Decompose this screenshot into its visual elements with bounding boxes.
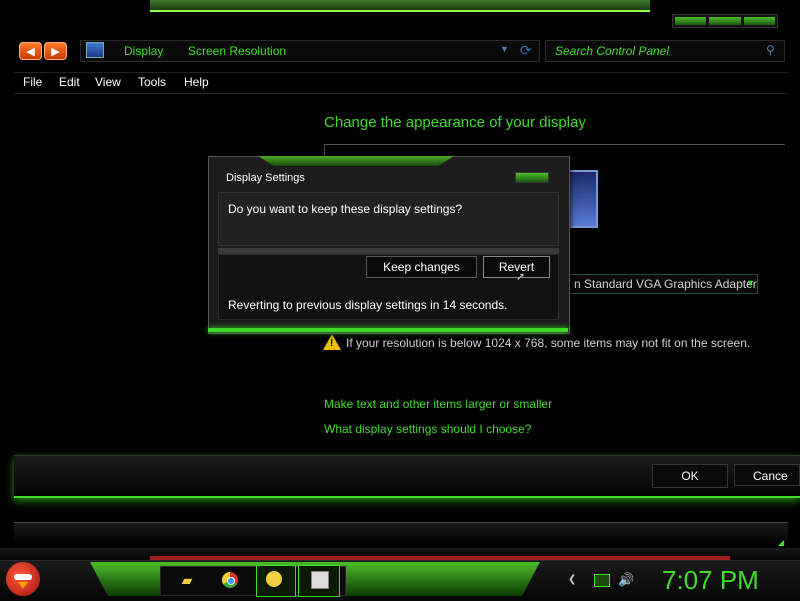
link-display-settings-help[interactable]: What display settings should I choose? [324, 422, 531, 436]
link-text-size[interactable]: Make text and other items larger or smal… [324, 397, 552, 411]
menu-file[interactable]: File [23, 75, 42, 89]
clock[interactable]: 7:07 PM [662, 565, 759, 596]
mouse-cursor-icon: ➚ [516, 271, 526, 283]
dialog-question: Do you want to keep these display settin… [228, 202, 463, 216]
window-controls[interactable] [672, 14, 778, 28]
search-placeholder: Search Control Panel [555, 44, 670, 58]
dialog-close-button[interactable] [515, 172, 549, 183]
maximize-button[interactable] [709, 17, 741, 25]
display-adapter-value: n Standard VGA Graphics Adapter [574, 277, 757, 291]
ok-button[interactable]: OK [652, 464, 728, 488]
forward-button[interactable]: ▶ [44, 42, 67, 60]
monitor-icon[interactable] [568, 170, 598, 228]
close-button[interactable] [743, 17, 775, 25]
chevron-down-icon[interactable]: ▼ [746, 278, 755, 288]
breadcrumb-screen-resolution[interactable]: Screen Resolution [188, 44, 286, 58]
page-title: Change the appearance of your display [324, 114, 586, 131]
breadcrumb-display[interactable]: Display [124, 44, 163, 58]
messenger-icon [266, 571, 282, 587]
dialog-question-panel [218, 192, 559, 246]
network-icon[interactable] [594, 574, 610, 587]
keep-changes-button[interactable]: Keep changes [366, 256, 477, 278]
minimize-button[interactable] [675, 17, 707, 25]
revert-countdown: Reverting to previous display settings i… [228, 298, 508, 312]
chrome-icon-center [227, 577, 235, 585]
chevron-down-icon[interactable]: ▼ [500, 44, 509, 54]
menu-tools[interactable]: Tools [138, 75, 166, 89]
angry-bird-beak [18, 582, 28, 589]
menu-bar [14, 72, 788, 94]
refresh-icon[interactable]: ⟳ [520, 42, 532, 59]
folder-icon[interactable]: ▰ [178, 572, 196, 588]
angry-bird-eyes [14, 574, 32, 580]
dialog-bottom-accent [208, 328, 568, 332]
back-button[interactable]: ◀ [19, 42, 42, 60]
display-monitor-icon [86, 42, 104, 58]
control-panel-icon [311, 571, 329, 589]
window-top-accent [150, 0, 650, 12]
menu-view[interactable]: View [95, 75, 121, 89]
resize-grip-icon[interactable]: ◢ [778, 538, 784, 547]
dialog-title: Display Settings [226, 172, 305, 184]
warning-icon-glyph: ! [330, 338, 334, 349]
tray-expand-icon[interactable]: ❮ [568, 574, 576, 585]
speaker-icon[interactable]: 🔊 [618, 572, 634, 588]
search-icon[interactable]: ⚲ [766, 43, 775, 57]
dialog-title-accent [258, 156, 454, 166]
menu-help[interactable]: Help [184, 75, 209, 89]
cancel-button[interactable]: Cance [734, 464, 800, 486]
menu-edit[interactable]: Edit [59, 75, 80, 89]
resolution-warning: If your resolution is below 1024 x 768, … [346, 336, 751, 350]
status-bar [14, 522, 788, 545]
